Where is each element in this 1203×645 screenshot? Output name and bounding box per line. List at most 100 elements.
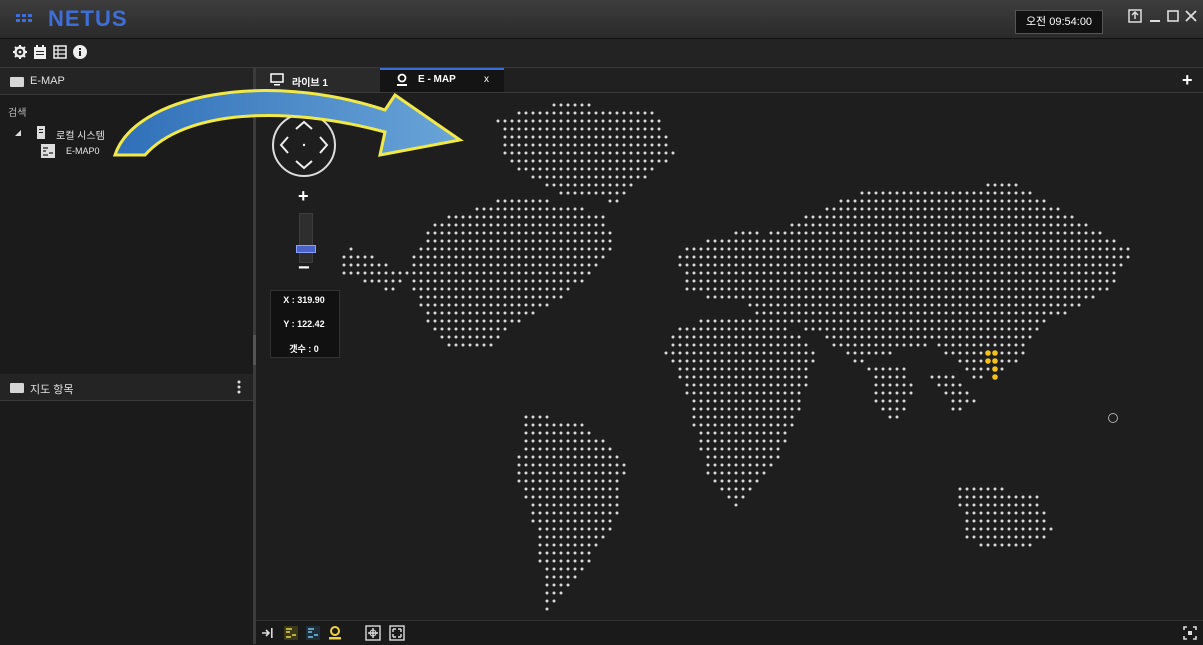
map-dot [902, 407, 906, 411]
close-icon[interactable] [1182, 8, 1200, 28]
map-dot [797, 335, 801, 339]
map-marker-icon[interactable] [1108, 413, 1118, 423]
map-dot [860, 359, 864, 363]
map-dot [993, 287, 997, 291]
calendar-icon[interactable] [32, 44, 48, 60]
map-dot [545, 447, 549, 451]
map-dot [538, 119, 542, 123]
map-dot [776, 279, 780, 283]
map-dot [545, 455, 549, 459]
map-dot [447, 279, 451, 283]
map-dot [965, 231, 969, 235]
map-dot [496, 207, 500, 211]
map-dot [720, 271, 724, 275]
move-in-icon[interactable] [283, 625, 299, 641]
map-dot [559, 591, 563, 595]
map-dot [1007, 351, 1011, 355]
map-dot [489, 271, 493, 275]
add-tab-button[interactable]: + [1182, 70, 1193, 91]
move-out-icon[interactable] [305, 625, 321, 641]
map-dot [580, 503, 584, 507]
highlighted-map-dot[interactable] [992, 358, 998, 364]
map-dot [769, 391, 773, 395]
expand-view-icon[interactable] [1182, 625, 1198, 641]
map-dot [797, 311, 801, 315]
map-dot [769, 455, 773, 459]
map-dot [776, 431, 780, 435]
map-dot [734, 367, 738, 371]
map-dot [1000, 303, 1004, 307]
map-dot [524, 303, 528, 307]
add-marker-icon[interactable] [327, 625, 343, 641]
map-dot [867, 215, 871, 219]
map-dot [895, 407, 899, 411]
map-dot [615, 479, 619, 483]
map-dot [755, 271, 759, 275]
collapse-icon[interactable] [259, 625, 275, 641]
settings-icon[interactable] [12, 44, 28, 60]
map-dot [1028, 527, 1032, 531]
map-dot [713, 479, 717, 483]
map-dot [839, 255, 843, 259]
map-dot [573, 503, 577, 507]
map-dot [531, 447, 535, 451]
highlighted-map-dot[interactable] [985, 358, 991, 364]
map-dot [573, 463, 577, 467]
highlighted-map-dot[interactable] [992, 350, 998, 356]
zoom-slider-handle[interactable] [296, 245, 316, 253]
map-dot [734, 431, 738, 435]
map-dot [713, 279, 717, 283]
map-dot [867, 367, 871, 371]
tab-close-button[interactable]: x [484, 74, 489, 85]
map-dot [1063, 247, 1067, 251]
map-dot [727, 439, 731, 443]
map-view[interactable] [256, 93, 1203, 620]
maximize-icon[interactable] [1164, 8, 1182, 28]
map-dot [552, 175, 556, 179]
map-dot [825, 327, 829, 331]
map-dot [1021, 279, 1025, 283]
map-dot [888, 415, 892, 419]
map-dot [762, 407, 766, 411]
zoom-slider[interactable] [299, 213, 313, 263]
fullscreen-icon[interactable] [389, 625, 405, 641]
map-dot [468, 287, 472, 291]
map-dot [1070, 279, 1074, 283]
map-dot [531, 511, 535, 515]
map-dot [489, 215, 493, 219]
map-dot [419, 287, 423, 291]
zoom-in-button[interactable]: + [298, 186, 309, 207]
zoom-out-button[interactable]: − [298, 257, 310, 280]
map-dot [524, 199, 528, 203]
map-dot [895, 263, 899, 267]
export-icon[interactable] [1126, 8, 1144, 28]
map-dot [902, 375, 906, 379]
map-dot [629, 159, 633, 163]
map-dot [993, 511, 997, 515]
tree-expand-icon[interactable] [14, 129, 22, 137]
map-dot [622, 119, 626, 123]
map-dot [447, 271, 451, 275]
map-dot [853, 263, 857, 267]
minimize-icon[interactable] [1146, 8, 1164, 28]
map-dot [1077, 279, 1081, 283]
fit-icon[interactable] [365, 625, 381, 641]
map-dot [755, 383, 759, 387]
highlighted-map-dot[interactable] [992, 366, 998, 372]
map-dot [580, 511, 584, 515]
map-dot [503, 303, 507, 307]
highlighted-map-dot[interactable] [985, 350, 991, 356]
search-input[interactable]: 검색 [8, 104, 26, 119]
info-icon[interactable] [72, 44, 88, 60]
list-icon[interactable] [52, 44, 68, 60]
map-dot [545, 159, 549, 163]
map-dot [783, 423, 787, 427]
map-dot [1063, 271, 1067, 275]
map-dot [846, 343, 850, 347]
map-dot [608, 167, 612, 171]
map-dot [888, 327, 892, 331]
highlighted-map-dot[interactable] [992, 374, 998, 380]
map-dot [559, 471, 563, 475]
more-options-icon[interactable] [236, 380, 242, 394]
map-dot [1098, 255, 1102, 259]
